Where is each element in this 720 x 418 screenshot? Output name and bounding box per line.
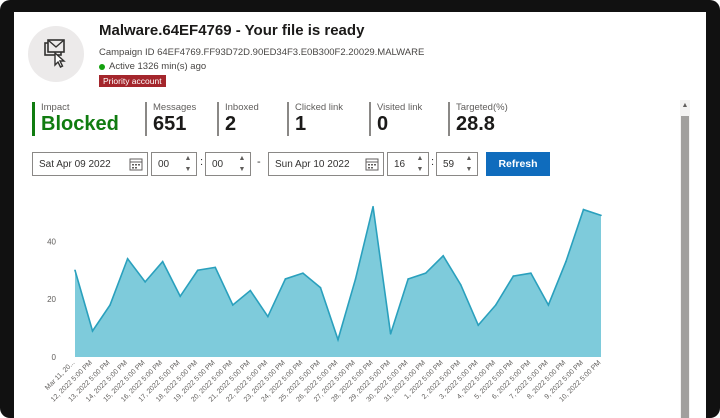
mail-pointer-icon [44,39,66,68]
chevron-down-icon[interactable]: ▼ [466,165,473,174]
active-status: Active 1326 min(s) ago [99,61,206,72]
data-point [126,257,129,260]
end-minute-value: 59 [443,158,455,170]
stat-impact: Impact Blocked [32,102,137,136]
scroll-thumb[interactable] [681,116,689,418]
data-point [565,260,567,263]
chevron-up-icon[interactable]: ▲ [239,154,246,163]
stat-clicked-link: Clicked link 1 [287,102,367,136]
chevron-down-icon[interactable]: ▼ [239,165,246,174]
data-point [284,278,287,280]
data-point [600,214,602,217]
stat-value: 651 [153,113,187,135]
chevron-down-icon[interactable]: ▼ [417,165,424,174]
y-tick-label: 40 [47,237,56,246]
chevron-up-icon[interactable]: ▲ [185,154,192,163]
data-point [530,272,532,274]
data-point [196,269,199,272]
stat-inboxed: Inboxed 2 [217,102,282,136]
data-point [582,208,585,211]
data-point [302,272,304,274]
data-point [109,304,111,306]
end-hour-value: 16 [394,158,406,170]
stat-label: Targeted(%) [456,102,508,113]
data-point [459,283,462,286]
campaign-avatar [28,26,84,82]
time-separator: : [431,156,435,168]
priority-badge: Priority account [99,75,166,87]
data-point [354,278,357,280]
messages-area-chart: 02040Mar 11, 20...12, 2022 5:00 PM13, 20… [44,205,603,403]
data-point [232,304,234,306]
end-date-value: Sun Apr 10 2022 [275,158,350,170]
data-point [144,281,146,283]
scroll-up-arrow-icon[interactable]: ▲ [680,100,690,112]
data-point [214,266,217,269]
stat-label: Visited link [377,102,423,113]
campaign-id: Campaign ID 64EF4769.FF93D72D.90ED34F3.E… [99,47,425,58]
stat-value: 2 [225,113,237,135]
end-hour-stepper[interactable]: 16 ▲ ▼ [387,152,429,176]
start-hour-stepper[interactable]: 00 ▲ ▼ [151,152,197,176]
stepper-arrows[interactable]: ▲ ▼ [236,154,248,174]
data-point [249,289,252,292]
data-point [91,330,94,332]
data-point [161,260,164,263]
data-point [179,295,181,298]
status-dot-icon [99,63,105,70]
stat-label: Messages [153,102,197,113]
stat-visited-link: Visited link 0 [369,102,447,136]
range-separator: - [257,156,261,168]
stat-value: 0 [377,113,389,135]
campaign-panel: Malware.64EF4769 - Your file is ready Ca… [14,12,706,418]
data-point [512,275,515,277]
data-point [495,304,497,306]
chevron-up-icon[interactable]: ▲ [466,154,473,163]
stat-label: Inboxed [225,102,259,113]
data-point [372,205,374,208]
window-frame: Malware.64EF4769 - Your file is ready Ca… [0,0,720,418]
y-tick-label: 20 [47,295,56,304]
end-date-picker[interactable]: Sun Apr 10 2022 [268,152,384,176]
chevron-up-icon[interactable]: ▲ [417,154,424,163]
data-point [267,315,269,318]
data-point [319,286,322,289]
data-point [547,304,550,306]
stat-messages: Messages 651 [145,102,215,136]
vertical-scrollbar[interactable]: ▲ [680,100,690,418]
data-point [424,272,427,274]
data-point [74,269,76,272]
stat-value: Blocked [41,113,119,135]
series-area [75,206,601,357]
stat-targeted: Targeted(%) 28.8 [448,102,523,136]
y-tick-label: 0 [52,353,57,362]
start-date-picker[interactable]: Sat Apr 09 2022 [32,152,148,176]
stat-value: 28.8 [456,113,495,135]
stat-label: Clicked link [295,102,344,113]
data-point [407,278,409,280]
stat-label: Impact [41,102,70,113]
time-separator: : [200,156,204,168]
data-point [477,324,480,326]
data-point [389,333,392,335]
start-minute-value: 00 [212,158,224,170]
calendar-icon[interactable] [129,157,143,171]
end-minute-stepper[interactable]: 59 ▲ ▼ [436,152,478,176]
start-hour-value: 00 [158,158,170,170]
active-status-text: Active 1326 min(s) ago [109,61,207,72]
stepper-arrows[interactable]: ▲ ▼ [182,154,194,174]
data-point [337,338,339,341]
chevron-down-icon[interactable]: ▼ [185,165,192,174]
page-title: Malware.64EF4769 - Your file is ready [99,22,365,39]
start-minute-stepper[interactable]: 00 ▲ ▼ [205,152,251,176]
stepper-arrows[interactable]: ▲ ▼ [414,154,426,174]
stat-value: 1 [295,113,307,135]
stepper-arrows[interactable]: ▲ ▼ [463,154,475,174]
refresh-button[interactable]: Refresh [486,152,550,176]
start-date-value: Sat Apr 09 2022 [39,158,111,170]
calendar-icon[interactable] [365,157,379,171]
data-point [442,255,445,257]
